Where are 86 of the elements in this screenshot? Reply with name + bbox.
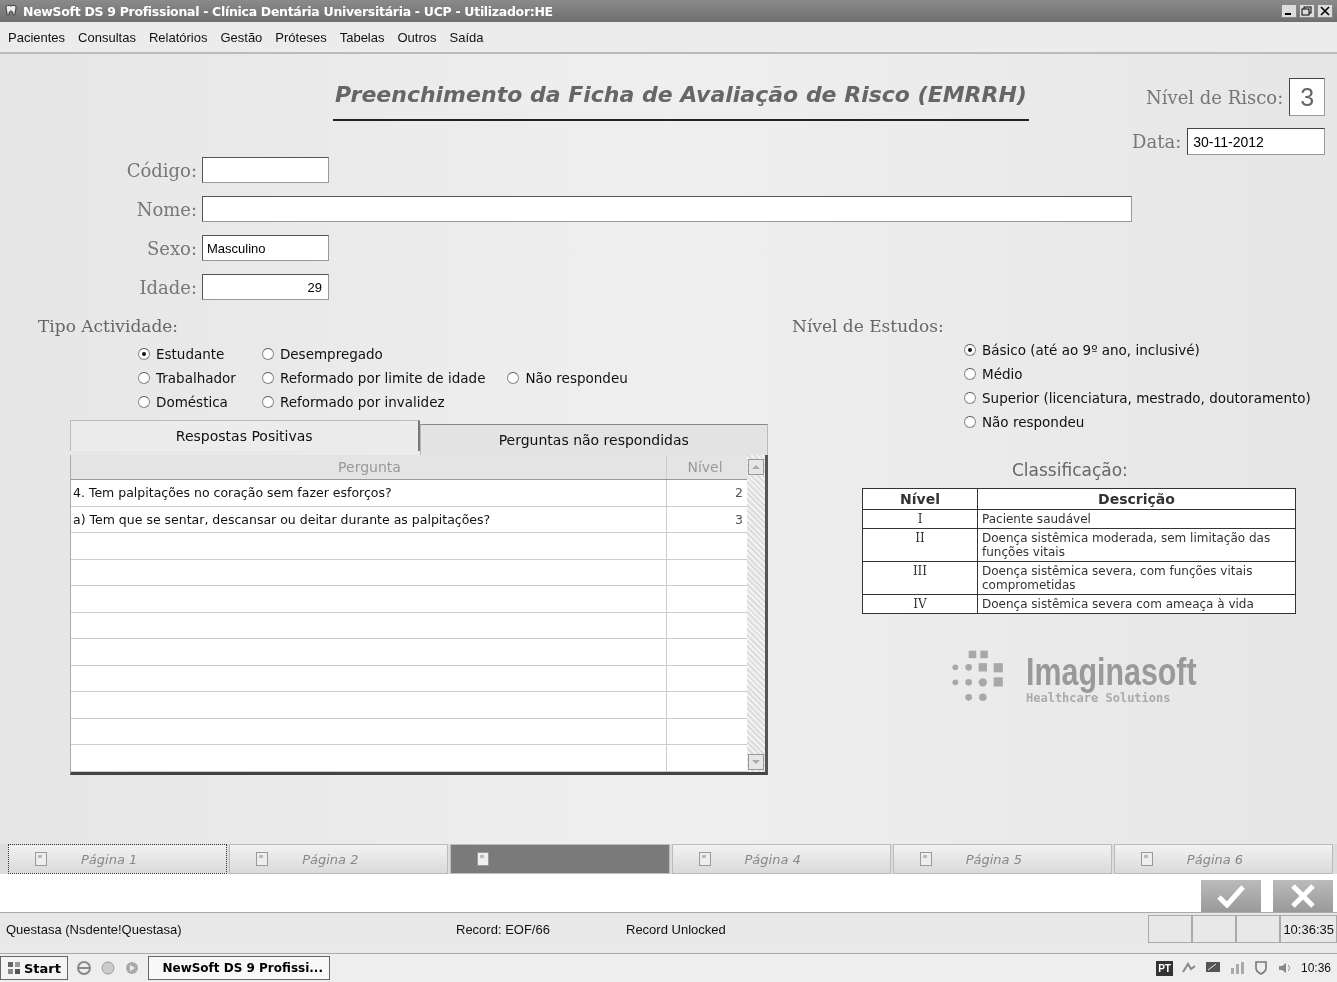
table-cell: a) Tem que se sentar, descansar ou deitar durante as palpitações?	[71, 506, 667, 532]
input-field[interactable]	[202, 196, 1132, 222]
window-title: NewSoft DS 9 Profissional - Clínica Dentária Universitária - UCP - Utilizador:HE	[23, 3, 553, 19]
menu-item[interactable]: Tabelas	[339, 29, 385, 45]
column-header: Nível	[862, 488, 978, 510]
media-icon[interactable]	[124, 960, 140, 976]
speaker-icon[interactable]	[1276, 960, 1293, 976]
confirm-button[interactable]	[1201, 880, 1261, 912]
table-cell-text: 2	[734, 484, 744, 503]
status-text: Questasa (Nsdente!Questasa)	[5, 921, 183, 937]
radio-option[interactable]: Básico (até ao 9º ano, inclusivé)	[964, 340, 1337, 360]
start-button[interactable]: Start	[0, 956, 68, 980]
shield-icon[interactable]	[1252, 960, 1269, 976]
scroll-up-icon[interactable]	[748, 459, 764, 475]
page-icon	[477, 852, 490, 866]
field-label: Idade:	[138, 276, 197, 298]
table-cell: 4. Tem palpitações no coração sem fazer esforços?	[71, 480, 667, 506]
group-label: Nível de Estudos:	[792, 316, 945, 336]
taskbar-button[interactable]: NewSoft DS 9 Profissi...	[148, 956, 330, 980]
flag-icon	[7, 961, 21, 975]
radio-option[interactable]: Estudante	[138, 344, 236, 364]
table-cell: I	[862, 509, 978, 529]
form-heading: Preenchimento da Ficha de Avaliação de Risco (EMRRH)	[333, 78, 1029, 121]
table-cell: Doença sistêmica moderada, sem limitação das funções vitais	[977, 528, 1296, 562]
table-cell: Paciente saudável	[977, 509, 1296, 529]
tab[interactable]: Respostas Positivas	[70, 420, 420, 451]
menu-item[interactable]: Gestão	[220, 29, 263, 45]
menu-item[interactable]: Relatórios	[148, 29, 208, 45]
status-text: Record: EOF/66	[456, 921, 551, 937]
menu-item[interactable]: Saída	[449, 29, 484, 45]
minimize-icon[interactable]	[1281, 4, 1297, 18]
input-field[interactable]: Masculino	[202, 235, 329, 261]
radio-option[interactable]: Doméstica	[138, 392, 236, 412]
table-cell: Doença sistêmica severa, com funções vitais comprometidas	[977, 561, 1296, 595]
table-title: Classificação:	[1012, 460, 1129, 480]
status-text: Record Unlocked	[626, 921, 726, 937]
field-label: Nome:	[135, 198, 197, 220]
menu-item[interactable]: Pacientes	[8, 29, 66, 45]
radio-option[interactable]: Não respondeu	[507, 368, 628, 388]
page-icon	[256, 852, 269, 866]
radio-option[interactable]: Não respondeu	[964, 412, 1337, 432]
radio-option[interactable]: Desempregado	[261, 344, 486, 364]
page-icon	[1140, 852, 1153, 866]
scrollbar[interactable]	[747, 455, 765, 772]
cancel-button[interactable]	[1273, 880, 1333, 912]
menu-item[interactable]: Próteses	[275, 29, 327, 45]
table-cell-text: 3	[734, 510, 744, 529]
radio-option[interactable]: Médio	[964, 364, 1337, 384]
field-label: Código:	[125, 159, 197, 181]
risk-value-field[interactable]: 3	[1289, 78, 1326, 116]
tab[interactable]: Perguntas não respondidas	[419, 424, 768, 455]
page-icon	[35, 852, 47, 866]
radio-option[interactable]: Superior (licenciatura, mestrado, doutoramento)	[964, 388, 1337, 408]
input-field[interactable]: 29	[202, 274, 329, 300]
check-icon	[1216, 884, 1246, 908]
menu-item[interactable]: Outros	[397, 29, 437, 45]
logo-name: Imaginasoft	[1026, 653, 1197, 691]
radio-option[interactable]: Trabalhador	[138, 368, 236, 388]
scroll-down-icon[interactable]	[748, 753, 764, 770]
table-cell: Doença sistêmica severa com ameaça à vida	[977, 594, 1296, 614]
close-icon	[1289, 884, 1317, 908]
taskbar-clock: 10:36	[1300, 961, 1331, 975]
page-icon	[698, 852, 711, 866]
table-cell: II	[862, 528, 978, 562]
date-field[interactable]: 30-11-2012	[1187, 128, 1326, 155]
page-tab[interactable]	[450, 844, 670, 874]
risk-label: Nível de Risco:	[1145, 86, 1284, 108]
close-icon[interactable]	[1317, 4, 1333, 18]
globe-icon[interactable]	[100, 960, 116, 976]
field-label: Sexo:	[145, 237, 197, 259]
table-cell: III	[862, 561, 978, 595]
column-header: Descrição	[977, 488, 1296, 510]
radio-option[interactable]: Reformado por invalidez	[261, 392, 486, 412]
chart-icon[interactable]	[1228, 960, 1245, 976]
status-clock: 10:36:35	[1280, 915, 1337, 943]
input-field[interactable]	[202, 157, 329, 183]
radio-option[interactable]: Reformado por limite de idade	[261, 368, 486, 388]
date-label: Data:	[1132, 131, 1182, 152]
menu-item[interactable]: Consultas	[78, 29, 136, 45]
page-icon	[919, 852, 932, 866]
group-label: Tipo Actividade:	[38, 316, 180, 336]
language-indicator[interactable]: PT	[1156, 960, 1173, 976]
table-cell: IV	[862, 594, 978, 614]
browser-icon[interactable]	[76, 960, 92, 976]
logo-tagline: Healthcare Solutions	[1026, 691, 1171, 705]
maximize-icon[interactable]	[1299, 4, 1315, 18]
